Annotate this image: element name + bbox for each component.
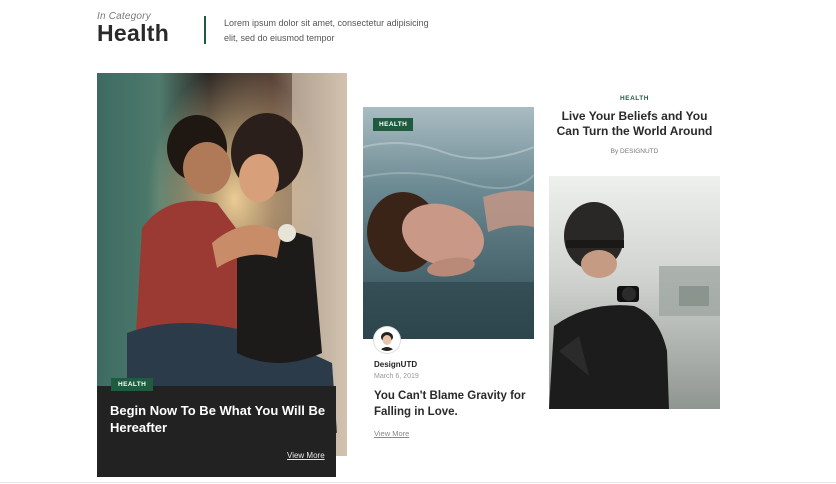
category-tag[interactable]: HEALTH	[549, 95, 720, 102]
header-divider	[204, 16, 206, 44]
post-byline: By DESIGNUTD	[610, 148, 659, 155]
bottom-divider	[0, 482, 836, 483]
view-more-link[interactable]: View More	[374, 429, 409, 438]
category-badge[interactable]: HEALTH	[111, 378, 154, 391]
author-avatar[interactable]	[374, 327, 400, 353]
page-title: Health	[97, 20, 170, 46]
category-description: Lorem ipsum dolor sit amet, consectetur …	[224, 18, 429, 43]
post-title[interactable]: Live Your Beliefs and You Can Turn the W…	[549, 109, 720, 139]
post-title[interactable]: You Can't Blame Gravity for Falling in L…	[374, 388, 544, 420]
post-title[interactable]: Begin Now To Be What You Will Be Hereaft…	[110, 402, 330, 436]
post-image-water[interactable]	[363, 107, 534, 339]
category-badge[interactable]: HEALTH	[373, 118, 414, 131]
post-date: March 6, 2019	[374, 373, 419, 380]
author-name[interactable]: DesignUTD	[374, 360, 417, 369]
post-image-photographer[interactable]	[549, 176, 720, 409]
view-more-link[interactable]: View More	[287, 451, 325, 460]
